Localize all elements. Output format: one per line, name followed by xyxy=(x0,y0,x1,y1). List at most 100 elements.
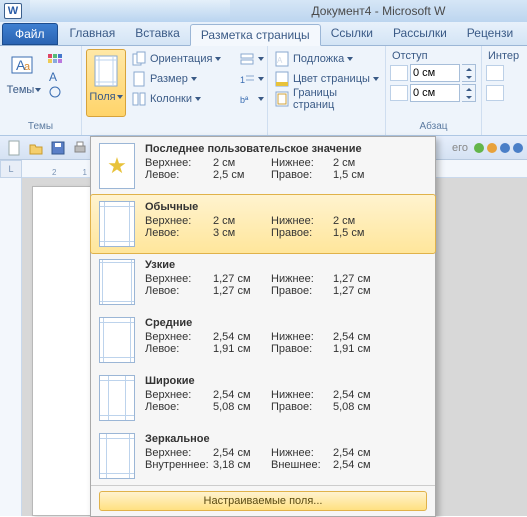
page-color-icon xyxy=(274,71,290,87)
indent-left-stepper[interactable] xyxy=(462,64,476,82)
group-paragraph-label: Абзац xyxy=(390,119,477,133)
margins-button[interactable]: Поля xyxy=(86,49,126,117)
document-page[interactable] xyxy=(32,186,92,516)
theme-effects-button[interactable] xyxy=(47,85,63,99)
chevron-down-icon xyxy=(258,97,264,101)
breaks-button[interactable] xyxy=(237,49,263,69)
hyphenation-button[interactable]: bª xyxy=(237,89,263,109)
chevron-down-icon xyxy=(258,57,264,61)
margin-thumb-icon xyxy=(99,317,135,363)
margins-custom-button[interactable]: Настраиваемые поля... xyxy=(99,491,427,511)
columns-icon xyxy=(131,91,147,107)
chevron-down-icon xyxy=(258,77,264,81)
group-indent: Отступ Абзац xyxy=(386,46,482,135)
group-themes: Aa Темы A Темы xyxy=(0,46,82,135)
orientation-icon xyxy=(131,51,147,67)
right-text-fragment: его xyxy=(452,142,468,154)
size-icon xyxy=(131,71,147,87)
tab-references[interactable]: Ссылки xyxy=(321,23,383,45)
indent-left-row xyxy=(390,63,477,83)
svg-text:1: 1 xyxy=(240,75,245,85)
page-borders-button[interactable]: Границы страниц xyxy=(272,89,381,109)
group-page-background: A Подложка Цвет страницы Границы страниц xyxy=(268,46,386,135)
window-title: Документ4 - Microsoft W xyxy=(230,4,527,18)
open-folder-button[interactable] xyxy=(26,138,46,158)
margin-thumb-icon xyxy=(99,433,135,479)
hyphenation-icon: bª xyxy=(239,91,255,107)
group-page-setup-label xyxy=(86,119,263,133)
title-bar: W Документ4 - Microsoft W xyxy=(0,0,527,22)
themes-icon: Aa xyxy=(10,53,38,81)
svg-text:A: A xyxy=(49,70,57,83)
margins-icon xyxy=(92,54,120,88)
themes-label: Темы xyxy=(7,84,35,96)
margins-custom-row: Настраиваемые поля... xyxy=(91,485,435,516)
spacing-before-icon xyxy=(486,65,504,81)
indent-left-icon xyxy=(390,65,408,81)
margins-option-wide[interactable]: Широкие Верхнее:2,54 смНижнее:2,54 см Ле… xyxy=(91,369,435,427)
watermark-icon: A xyxy=(274,51,290,67)
group-themes-label: Темы xyxy=(4,119,77,133)
tab-mailings[interactable]: Рассылки xyxy=(383,23,457,45)
watermark-label: Подложка xyxy=(293,53,344,65)
page-color-label: Цвет страницы xyxy=(293,73,370,85)
svg-text:A: A xyxy=(277,56,283,65)
orientation-label: Ориентация xyxy=(150,53,212,65)
page-color-button[interactable]: Цвет страницы xyxy=(272,69,381,89)
chevron-down-icon xyxy=(195,97,201,101)
margins-option-moderate[interactable]: Средние Верхнее:2,54 смНижнее:2,54 см Ле… xyxy=(91,311,435,369)
indent-right-stepper[interactable] xyxy=(462,84,476,102)
orientation-button[interactable]: Ориентация xyxy=(129,49,234,69)
size-label: Размер xyxy=(150,73,188,85)
print-button[interactable] xyxy=(70,138,90,158)
quick-access-toolbar[interactable] xyxy=(30,0,230,22)
indent-header: Отступ xyxy=(390,49,477,63)
save-button[interactable] xyxy=(48,138,68,158)
tab-home[interactable]: Главная xyxy=(60,23,126,45)
ruler-corner[interactable]: L xyxy=(0,160,22,178)
margins-option-narrow[interactable]: Узкие Верхнее:1,27 смНижнее:1,27 см Лево… xyxy=(91,253,435,311)
margins-option-mirrored[interactable]: Зеркальное Верхнее:2,54 смНижнее:2,54 см… xyxy=(91,427,435,485)
theme-fonts-button[interactable]: A xyxy=(47,69,63,83)
page-borders-label: Границы страниц xyxy=(293,87,379,111)
tab-review[interactable]: Рецензи xyxy=(457,23,523,45)
new-doc-button[interactable] xyxy=(4,138,24,158)
ribbon: Aa Темы A Темы Поля Ориентация Размер Ко… xyxy=(0,46,527,136)
margin-thumb-icon xyxy=(99,375,135,421)
margin-thumb-icon xyxy=(99,259,135,305)
margins-option-last[interactable]: ★ Последнее пользовательское значение Ве… xyxy=(91,137,435,195)
word-app-icon: W xyxy=(4,3,22,19)
breaks-icon xyxy=(239,51,255,67)
group-spacing: Интер xyxy=(482,46,526,135)
ribbon-tabs: Файл Главная Вставка Разметка страницы С… xyxy=(0,22,527,46)
group-page-background-label xyxy=(272,119,381,133)
watermark-button[interactable]: A Подложка xyxy=(272,49,381,69)
line-numbers-icon: 1 xyxy=(239,71,255,87)
spacing-header: Интер xyxy=(486,49,522,63)
chevron-down-icon xyxy=(373,77,379,81)
margins-option-normal[interactable]: Обычные Верхнее:2 смНижнее:2 см Левое:3 … xyxy=(90,194,436,254)
themes-button[interactable]: Aa Темы xyxy=(4,49,44,117)
columns-label: Колонки xyxy=(150,93,192,105)
theme-colors-button[interactable] xyxy=(47,53,63,67)
tab-page-layout[interactable]: Разметка страницы xyxy=(190,24,321,46)
line-numbers-button[interactable]: 1 xyxy=(237,69,263,89)
svg-text:a: a xyxy=(24,61,31,73)
status-dots xyxy=(474,143,523,153)
svg-text:bª: bª xyxy=(240,95,249,105)
indent-right-input[interactable] xyxy=(410,84,460,102)
chevron-down-icon xyxy=(191,77,197,81)
tab-file[interactable]: Файл xyxy=(2,23,58,45)
tab-insert[interactable]: Вставка xyxy=(125,23,190,45)
vertical-ruler[interactable] xyxy=(0,178,22,516)
chevron-down-icon xyxy=(215,57,221,61)
indent-left-input[interactable] xyxy=(410,64,460,82)
chevron-down-icon xyxy=(347,57,353,61)
columns-button[interactable]: Колонки xyxy=(129,89,234,109)
margin-thumb-icon xyxy=(99,201,135,247)
size-button[interactable]: Размер xyxy=(129,69,234,89)
indent-right-icon xyxy=(390,85,408,101)
group-page-setup: Поля Ориентация Размер Колонки 1 bª xyxy=(82,46,268,135)
page-borders-icon xyxy=(274,91,290,107)
spacing-after-icon xyxy=(486,85,504,101)
